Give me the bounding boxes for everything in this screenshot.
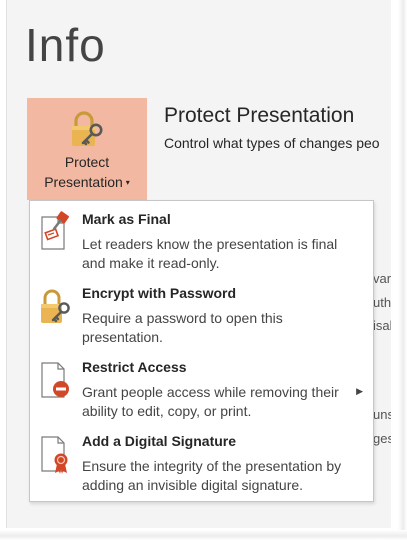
menu-item-mark-as-final[interactable]: Mark as Final Let readers know the prese… <box>30 203 373 277</box>
protect-presentation-menu: Mark as Final Let readers know the prese… <box>29 200 374 502</box>
menu-item-title: Restrict Access <box>82 359 187 375</box>
mark-as-final-icon <box>38 209 74 253</box>
submenu-arrow-icon[interactable]: ▶ <box>356 386 363 397</box>
menu-item-title: Encrypt with Password <box>82 285 237 301</box>
background-text-fragment: var <box>373 271 391 286</box>
background-text-fragment: isal <box>373 318 391 333</box>
menu-item-restrict-access[interactable]: Restrict Access Grant people access whil… <box>30 351 373 425</box>
protect-presentation-button[interactable]: Protect Presentation ▾ <box>27 98 147 200</box>
padlock-key-icon <box>38 283 74 327</box>
section-description: Control what types of changes peo <box>164 135 380 151</box>
menu-item-title: Add a Digital Signature <box>82 433 237 449</box>
menu-item-description: Grant people access while removing their… <box>82 384 339 419</box>
menu-item-description: Require a password to open this presenta… <box>82 310 283 345</box>
protect-label-line1: Protect <box>64 154 110 170</box>
menu-item-title: Mark as Final <box>82 211 171 227</box>
page-title: Info <box>25 19 106 71</box>
menu-item-encrypt-with-password[interactable]: Encrypt with Password Require a password… <box>30 277 373 351</box>
chevron-down-icon: ▾ <box>125 178 130 188</box>
menu-item-description: Let readers know the presentation is fin… <box>82 236 338 271</box>
screenshot-edge-right <box>398 0 407 540</box>
menu-item-add-digital-signature[interactable]: Add a Digital Signature Ensure the integ… <box>30 425 373 499</box>
restrict-access-icon <box>38 357 74 401</box>
protect-button-label: Protect Presentation ▾ <box>27 152 147 193</box>
background-text-fragment: ges <box>373 431 391 446</box>
background-text-fragment: uth <box>373 295 391 310</box>
protect-label-line2: Presentation <box>44 174 123 190</box>
digital-signature-icon <box>38 431 74 475</box>
padlock-key-icon <box>67 110 107 155</box>
menu-item-description: Ensure the integrity of the presentation… <box>82 458 342 493</box>
background-text-fragment: uns <box>373 407 391 422</box>
screenshot-edge-bottom <box>0 530 407 540</box>
section-title: Protect Presentation <box>164 104 355 127</box>
